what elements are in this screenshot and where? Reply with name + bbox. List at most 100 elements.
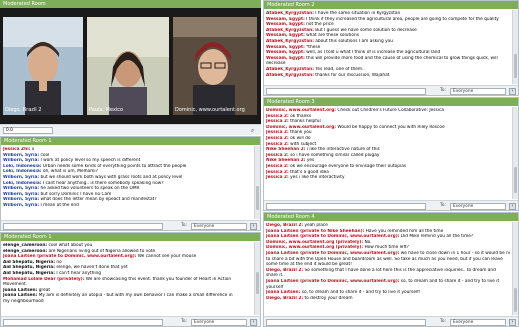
scroll-thumb[interactable] (256, 272, 259, 294)
message-sender[interactable]: Joana Laitsen (private to Dominic, www.o… (266, 234, 399, 239)
message-sender[interactable]: Joana Laitsen (private to Nike Sheehan): (266, 229, 364, 234)
message-sender[interactable]: Atabek_Kyrgyzstan: (266, 28, 314, 33)
message-sender[interactable]: Loki, Indonesia: (3, 169, 41, 174)
message-sender[interactable]: Wilborn, Syria: (3, 203, 39, 208)
message-sender[interactable]: Diego, Brazil 2: (266, 223, 303, 228)
message-sender[interactable]: Nike Sheehan 2: (266, 147, 305, 152)
message-sender[interactable]: Wessam, Egypt: (266, 45, 305, 50)
message-text: I have the same situation in Kyrgyzstan (315, 11, 401, 16)
send-button[interactable]: › (250, 222, 257, 230)
message-sender[interactable]: Atabek_Kyrgyzstan: (266, 67, 314, 72)
chat-scrollbar[interactable] (512, 222, 518, 315)
message-sender[interactable]: Jessica 2: (266, 130, 289, 135)
chat-scrollbar[interactable] (512, 107, 518, 199)
message-sender[interactable]: Aid Shepatu, Nigeria: (3, 271, 55, 276)
message-sender[interactable]: Wessam, Egypt: (266, 50, 305, 55)
message-input[interactable] (3, 318, 163, 326)
send-button[interactable]: › (509, 318, 516, 326)
message-sender[interactable]: Joana Laitsen: (3, 293, 37, 298)
chat-scrollbar[interactable] (254, 242, 260, 315)
recipient-select[interactable]: Everyone (191, 318, 247, 326)
message-sender[interactable]: Atabek_Kyrgyzstan: (266, 73, 314, 78)
message-sender[interactable]: Dominic, www.ourtalent.org (privately): (266, 245, 363, 250)
camera-feed-2[interactable]: Paula, Mexico (87, 17, 169, 115)
message-sender[interactable]: Jessica 2: (266, 136, 289, 141)
chat-log: Jessica Zhi: x Wilborn, Syria: cool Wilbor… (1, 146, 254, 219)
message-sender[interactable]: Dominic, www.ourtalent.org: (266, 125, 336, 130)
scroll-thumb[interactable] (514, 167, 517, 193)
message-sender[interactable]: Wessam, Egypt: (266, 33, 305, 38)
message-sender[interactable]: Jessica 2: (266, 153, 289, 158)
scroll-thumb[interactable] (514, 288, 517, 312)
message-sender[interactable]: Jessica 2: (266, 170, 289, 175)
recipient-select[interactable]: Everyone (450, 318, 506, 326)
message-sender[interactable]: Jessica 2: (266, 175, 289, 180)
message-text: Check out Children's Future Collaborativ… (337, 108, 444, 113)
message-input[interactable] (266, 318, 426, 326)
message-input[interactable] (266, 87, 426, 95)
message-sender[interactable]: Diego, Brazil 2: (266, 296, 303, 301)
message-text: so, to dream and to share it - and try t… (400, 278, 500, 284)
message-input[interactable] (3, 222, 163, 230)
message-sender[interactable]: elenge_cameroon: (3, 243, 47, 248)
message-sender[interactable]: Joana Laitsen (private to Dominic, www.o… (266, 279, 399, 284)
message-sender[interactable]: Dominic, www.ourtalent.org: (266, 108, 336, 113)
send-button[interactable]: › (509, 202, 516, 210)
message-sender[interactable]: Wilborn, Syria: (3, 153, 39, 158)
message-sender[interactable]: Mohamad Lolale Dear (privately): (3, 277, 84, 282)
message-text: I can't hear anything (56, 270, 101, 276)
message-sender[interactable]: Wilborn, Syria: (3, 186, 39, 191)
message-sender[interactable]: Dominic, www.ourtalent.org (privately): (266, 240, 363, 245)
camera-feed-3[interactable]: Dominic, www.ourtalent.org (173, 17, 257, 115)
message-sender[interactable]: Diego, Brazil 2: (266, 268, 303, 273)
message-sender[interactable]: Atabek_Kyrgyzstan: (266, 11, 314, 16)
recipient-select[interactable]: Everyone (450, 87, 506, 95)
message-sender[interactable]: Loki, Indonesia: (3, 181, 41, 186)
message-sender[interactable]: Wilborn, Syria: (3, 158, 39, 163)
message-text: with subject (290, 141, 317, 147)
message-text: what does the letter mean by epeact and … (40, 197, 157, 203)
message-text: i like the interactive nature of this (306, 147, 380, 153)
message-sender[interactable]: Wessam, Egypt: (266, 22, 305, 27)
message-sender[interactable]: Joana Laitsen: (266, 290, 300, 295)
recipient-select[interactable]: Everyone (450, 202, 506, 210)
message-sender[interactable]: Joana Laitsen: (3, 288, 37, 293)
message-sender[interactable]: Wessam, Egypt: (266, 17, 305, 22)
message-text: are Nigerians living out of Nigeria allo… (48, 248, 156, 254)
message-sender[interactable]: Loki, Indonesia: (3, 164, 41, 169)
message-sender[interactable]: Aid Shepatu, Nigeria: (3, 260, 55, 265)
camera-feed-1[interactable]: Diego, Brazil 2 (3, 17, 83, 115)
message-text: well, as I told u what I think of is inc… (306, 50, 441, 56)
chat-message: Wilborn, Syria: I mean at the end (3, 203, 252, 209)
chat-message: Joana Laitsen (private to Dominic, www.o… (266, 279, 510, 285)
chat-scrollbar[interactable] (512, 10, 518, 84)
message-sender[interactable]: Jessica 2: (266, 119, 289, 124)
message-sender[interactable]: Jessica 2: (266, 114, 289, 119)
send-button[interactable]: › (250, 318, 257, 326)
message-sender[interactable]: Jessica Zhi: (3, 147, 30, 152)
message-sender[interactable]: Wilborn, Syria: (3, 175, 39, 180)
message-text: My aim is definitely an utopia - but wit… (38, 293, 233, 299)
message-text: he asked two volunteers to speak on the … (40, 186, 140, 192)
scroll-thumb[interactable] (514, 54, 517, 78)
message-sender[interactable]: Atabek_Kyrgyzstan: (266, 39, 314, 44)
search-icon[interactable]: ⌕ (251, 127, 258, 134)
message-text: I think if they increased the agricultur… (306, 16, 499, 22)
scroll-thumb[interactable] (256, 186, 259, 210)
message-text: ok will do (290, 135, 311, 141)
message-sender[interactable]: Wessam, Egypt: (266, 56, 305, 61)
message-sender[interactable]: Wilborn, Syria: (3, 197, 39, 202)
send-button[interactable]: › (509, 87, 516, 95)
message-sender[interactable]: Joana Laitsen (private to Dominic, www.o… (3, 254, 136, 259)
message-sender[interactable]: Aid Shepatu, Nigeria: (3, 265, 55, 270)
message-sender[interactable]: Jessica 2: (266, 164, 289, 169)
search-input[interactable]: 0.0 (3, 127, 53, 134)
message-input[interactable] (266, 202, 426, 210)
message-sender[interactable]: Joana Laitsen (private to Dominic, www.o… (266, 251, 399, 256)
message-sender[interactable]: Wilborn, Syria: (3, 192, 39, 197)
message-sender[interactable]: Jessica 2: (266, 142, 289, 147)
chat-scrollbar[interactable] (254, 146, 260, 219)
message-sender[interactable]: Nike Sheehan 2: (266, 158, 305, 163)
recipient-select[interactable]: Everyone (191, 222, 247, 230)
message-sender[interactable]: elenge_cameroon: (3, 249, 47, 254)
